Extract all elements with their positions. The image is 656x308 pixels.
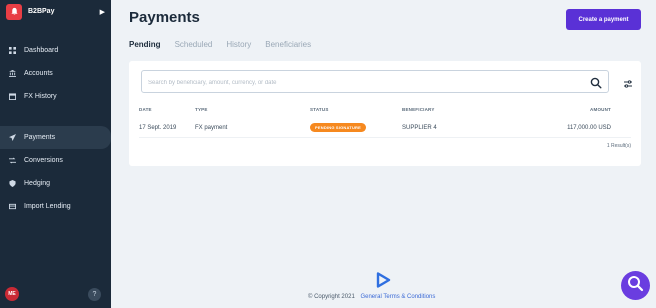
avatar[interactable]: ME <box>5 287 19 301</box>
terms-link[interactable]: General Terms & Conditions <box>360 294 435 300</box>
sidebar-item-import-lending[interactable]: Import Lending <box>0 195 111 218</box>
sidebar-item-label: Conversions <box>24 157 63 164</box>
cell-amount: 117,000.00 USD <box>567 125 611 131</box>
sidebar-item-label: Dashboard <box>24 47 59 54</box>
help-icon: ? <box>92 291 97 298</box>
column-header-beneficiary[interactable]: BENEFICIARY <box>402 107 435 112</box>
sidebar-item-label: Hedging <box>24 180 51 187</box>
page-title: Payments <box>129 9 200 26</box>
results-count: 1 Result(s) <box>606 143 631 149</box>
tab-scheduled[interactable]: Scheduled <box>175 40 213 49</box>
column-header-date[interactable]: DATE <box>139 107 152 112</box>
column-header-amount[interactable]: AMOUNT <box>590 107 611 112</box>
bell-icon <box>6 3 22 20</box>
caret-right-icon: ▶ <box>99 8 105 16</box>
filter-icon[interactable] <box>623 76 633 88</box>
sidebar-item-fx-history[interactable]: FX History <box>0 85 111 108</box>
column-header-status[interactable]: STATUS <box>310 107 329 112</box>
footer: © Copyright 2021 General Terms & Conditi… <box>308 294 435 300</box>
tab-history[interactable]: History <box>226 40 251 49</box>
brand-switcher[interactable]: B2BPay ▶ <box>0 0 111 23</box>
bank-icon <box>8 70 16 78</box>
table-row[interactable]: 17 Sept. 2019 FX payment PENDING SIGNATU… <box>139 120 631 138</box>
cell-type: FX payment <box>195 125 228 131</box>
exchange-icon <box>8 157 16 165</box>
create-payment-button[interactable]: Create a payment <box>566 9 641 30</box>
main-content: Payments Create a payment Pending Schedu… <box>111 0 656 308</box>
search-fab-button[interactable] <box>621 271 650 300</box>
send-icon <box>8 134 16 142</box>
status-badge: PENDING SIGNATURE <box>310 123 366 132</box>
help-button[interactable]: ? <box>88 288 101 301</box>
search-box <box>141 70 609 94</box>
search-input[interactable] <box>142 72 608 94</box>
column-header-type[interactable]: TYPE <box>195 107 208 112</box>
sidebar-item-accounts[interactable]: Accounts <box>0 62 111 85</box>
cell-date: 17 Sept. 2019 <box>139 125 177 131</box>
sidebar-item-hedging[interactable]: Hedging <box>0 172 111 195</box>
sidebar-item-label: FX History <box>24 93 57 100</box>
shield-icon <box>8 180 16 188</box>
grid-icon <box>8 47 16 55</box>
sidebar-item-dashboard[interactable]: Dashboard <box>0 39 111 62</box>
sidebar-item-label: Import Lending <box>24 203 71 210</box>
magnifier-icon <box>627 275 644 297</box>
sidebar-item-conversions[interactable]: Conversions <box>0 149 111 172</box>
sidebar-item-payments[interactable]: Payments <box>0 126 111 149</box>
copyright-text: © Copyright 2021 <box>308 294 355 300</box>
tab-beneficiaries[interactable]: Beneficiaries <box>265 40 311 49</box>
payments-card: DATE TYPE STATUS BENEFICIARY AMOUNT 17 S… <box>129 61 641 166</box>
tab-pending[interactable]: Pending <box>129 40 161 49</box>
tab-bar: Pending Scheduled History Beneficiaries <box>129 40 311 49</box>
brand-name: B2BPay <box>28 8 55 15</box>
search-icon[interactable] <box>590 76 602 89</box>
sidebar-item-label: Payments <box>24 134 56 141</box>
sidebar: B2BPay ▶ Dashboard Accounts FX History P… <box>0 0 111 308</box>
table-header: DATE TYPE STATUS BENEFICIARY AMOUNT <box>139 107 631 117</box>
cell-beneficiary: SUPPLIER 4 <box>402 125 437 131</box>
card-icon <box>8 203 16 211</box>
calendar-icon <box>8 93 16 101</box>
sidebar-item-label: Accounts <box>24 70 53 77</box>
play-logo-icon <box>375 272 391 288</box>
